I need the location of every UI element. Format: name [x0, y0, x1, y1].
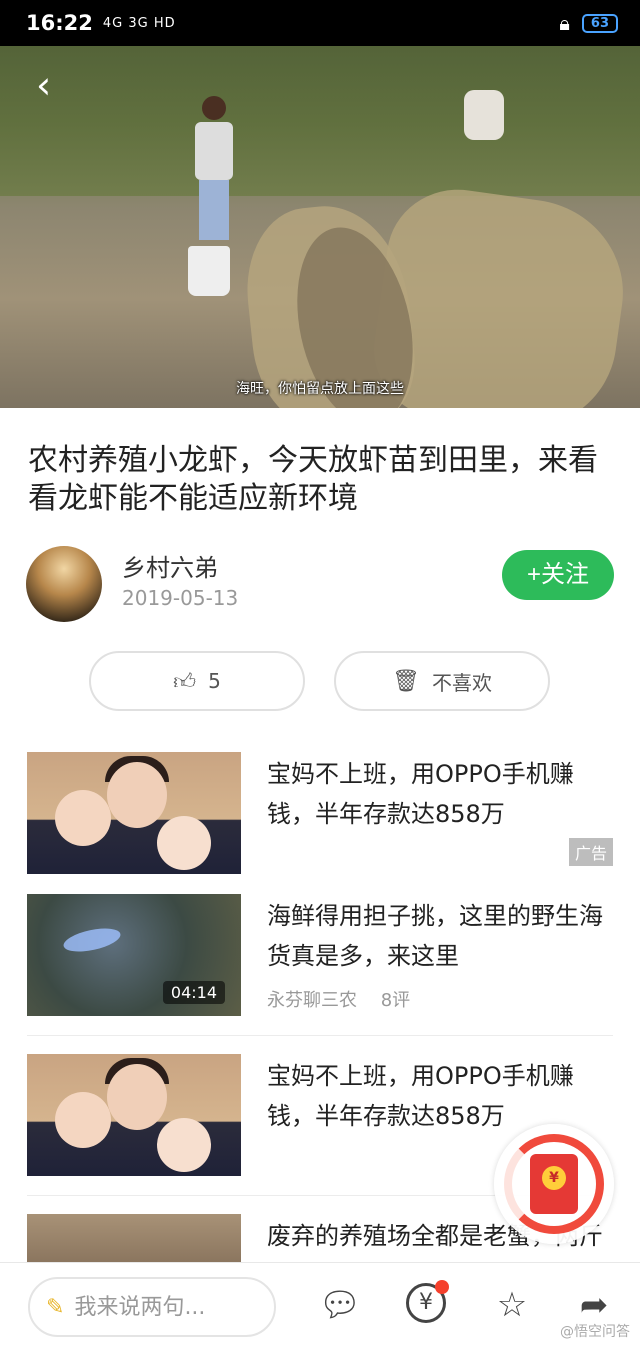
thumbs-up-icon: 👍︎ [173, 669, 197, 695]
thumbnail [27, 752, 241, 874]
avatar[interactable] [26, 546, 102, 622]
video-person [192, 96, 236, 246]
lock-icon: 🔒︎ [559, 11, 570, 35]
item-comments: 8评 [380, 990, 411, 1011]
pen-icon: ✎ [46, 1294, 65, 1320]
item-title: 宝妈不上班，用OPPO手机赚钱，半年存款达858万 [267, 760, 574, 828]
status-time: 16:22 [26, 11, 93, 35]
comment-icon[interactable]: 💬︎ [318, 1283, 362, 1327]
thumbnail: 04:14 [27, 894, 241, 1016]
red-envelope-icon: ¥ [530, 1154, 578, 1214]
trash-icon: 🗑︎ [392, 668, 420, 694]
comment-input[interactable] [74, 1294, 245, 1320]
thumbnail [27, 1054, 241, 1176]
follow-button[interactable]: +关注 [502, 550, 614, 600]
video-caption: 海旺，你怕留点放上面这些 [236, 381, 404, 397]
author-name[interactable]: 乡村六弟 [122, 548, 218, 583]
article-title: 农村养殖小龙虾，今天放虾苗到田里，来看看龙虾能不能适应新环境 [28, 443, 598, 516]
notification-dot [435, 1280, 449, 1294]
like-button[interactable]: 👍︎ 5 [89, 651, 305, 711]
dislike-label: 不喜欢 [431, 670, 492, 695]
bottom-bar: ✎ 💬︎ ¥ ☆ ➦ @悟空问答 [0, 1262, 640, 1351]
red-packet-button[interactable]: ¥ [494, 1124, 614, 1244]
watermark: @悟空问答 [560, 1324, 630, 1340]
comment-box[interactable]: ✎ [28, 1277, 276, 1337]
list-item[interactable]: 04:14 海鲜得用担子挑，这里的野生海货真是多，来这里 永芬聊三农 8评 [27, 894, 613, 1018]
dislike-button[interactable]: 🗑︎ 不喜欢 [334, 651, 550, 711]
video-duration: 04:14 [162, 981, 225, 1004]
ad-badge: 广告 [568, 838, 613, 866]
like-count: 5 [208, 669, 221, 693]
battery-icon: 63 [581, 13, 618, 33]
coin-icon[interactable]: ¥ [406, 1280, 449, 1323]
author-row: 乡村六弟 2019-05-13 +关注 [26, 546, 616, 624]
star-icon[interactable]: ☆ [490, 1283, 534, 1327]
status-bar: 16:22 4G 3G HD 🔒︎ 63 [0, 0, 640, 46]
publish-date: 2019-05-13 [122, 586, 239, 610]
back-icon[interactable]: ‹ [36, 66, 68, 104]
thumbnail [27, 1214, 241, 1262]
signal-icon: 4G 3G HD [102, 15, 176, 31]
item-meta: 永芬聊三农 8评 [267, 986, 410, 1012]
video-player[interactable]: ‹ 海旺，你怕留点放上面这些 [0, 46, 640, 408]
item-title: 海鲜得用担子挑，这里的野生海货真是多，来这里 [267, 902, 603, 970]
list-item[interactable]: 宝妈不上班，用OPPO手机赚钱，半年存款达858万 广告 [27, 752, 613, 876]
divider [27, 1035, 613, 1036]
item-source: 永芬聊三农 [267, 990, 357, 1011]
